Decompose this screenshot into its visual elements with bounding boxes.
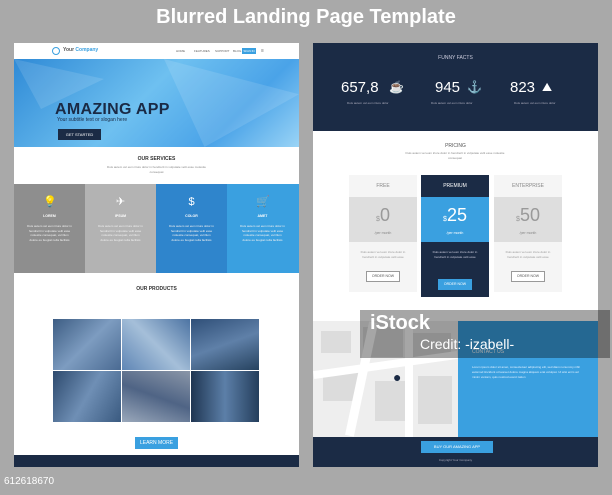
service-label: COLOR <box>185 214 198 218</box>
map-block <box>418 376 452 424</box>
map-block <box>375 381 405 421</box>
service-label: IPSUM <box>114 214 127 218</box>
product-tile[interactable] <box>122 319 190 370</box>
airplane-icon: ✈ <box>115 196 126 208</box>
hero-subtitle: Your subtitle text or slogan here <box>57 117 128 123</box>
stock-id: 612618670 <box>4 476 55 487</box>
plan-enterprise: ENTERPRISE $50 /per month Duis autem vel… <box>494 175 562 292</box>
order-now-button[interactable]: ORDER NOW <box>366 271 400 282</box>
service-text: Duis autem vel eum iriure dolor in hendr… <box>240 224 285 242</box>
product-tile[interactable] <box>191 371 259 422</box>
product-tile[interactable] <box>191 319 259 370</box>
services-intro: Duis autem vel eum iriure dolor in hendr… <box>107 165 206 174</box>
fact-desc: Duis autem vel eum iriure dolor <box>431 101 473 105</box>
plan-period: /per month <box>446 231 464 235</box>
plan-name: FREE <box>376 183 390 189</box>
plan-name: PREMIUM <box>443 183 467 189</box>
company-logo-icon[interactable] <box>52 47 60 55</box>
landing-page-preview-right: FUNNY FACTS 657,8 ☕ Duis autem vel eum i… <box>313 43 598 467</box>
buy-app-button[interactable]: BUY OUR AMAZING APP <box>421 441 493 453</box>
service-card-ipsum[interactable]: ✈ IPSUM Duis autem vel eum iriure dolor … <box>85 184 156 273</box>
hero-banner: AMAZING APP Your subtitle text or slogan… <box>14 59 299 147</box>
service-text: Duis autem vel eum iriure dolor in hendr… <box>169 224 214 242</box>
pricing-intro: Duis autem vel eum iriure dolor in hendr… <box>405 151 505 160</box>
watermark-logo: iStock <box>370 312 431 334</box>
nav-link-blog[interactable]: BLOG <box>233 49 241 53</box>
service-label: AMET <box>257 214 268 218</box>
plan-desc: Duis autem vel eum iriure dolor in hendr… <box>360 250 406 259</box>
plan-period: /per month <box>374 231 392 235</box>
plan-price: $50 <box>516 205 540 225</box>
product-grid <box>53 319 260 423</box>
top-navbar: Your Company HOME FEATURES SUPPORT BLOG … <box>14 43 299 59</box>
bottom-cta-bar: BUY OUR AMAZING APP Copyright Your Compa… <box>313 437 598 467</box>
plan-price: $0 <box>376 205 390 225</box>
page-heading: Blurred Landing Page Template <box>156 6 456 28</box>
products-title: OUR PRODUCTS <box>136 286 177 292</box>
fact-value: 823 <box>510 79 536 96</box>
product-tile[interactable] <box>122 371 190 422</box>
product-tile[interactable] <box>53 319 121 370</box>
pricing-title: PRICING <box>445 143 466 149</box>
fact-item: 945 ⚓ Duis autem vel eum iriure dolor <box>431 79 505 109</box>
get-started-button[interactable]: GET STARTED <box>58 129 101 140</box>
fact-value: 945 <box>435 79 461 96</box>
nav-link-support[interactable]: SUPPORT <box>215 49 229 53</box>
menu-icon[interactable]: ≡ <box>261 48 264 54</box>
fact-desc: Duis autem vel eum iriure dolor <box>514 101 556 105</box>
learn-more-button[interactable]: LEARN MORE <box>135 437 178 449</box>
landing-page-preview-left: Your Company HOME FEATURES SUPPORT BLOG … <box>14 43 299 467</box>
fact-item: 823 ⛰ Duis autem vel eum iriure dolor <box>510 79 590 109</box>
funny-facts-section: FUNNY FACTS 657,8 ☕ Duis autem vel eum i… <box>313 43 598 131</box>
map-pin-icon[interactable]: ● <box>393 369 401 385</box>
brand-name[interactable]: Your Company <box>63 47 98 53</box>
service-card-amet[interactable]: 🛒 AMET Duis autem vel eum iriure dolor i… <box>227 184 299 273</box>
plan-price-box: $0 /per month <box>349 197 417 242</box>
product-tile[interactable] <box>53 371 121 422</box>
watermark-credit: Credit: -izabell- <box>420 336 515 352</box>
lightbulb-icon: 💡 <box>43 196 57 208</box>
order-now-button[interactable]: ORDER NOW <box>511 271 545 282</box>
nav-link-features[interactable]: FEATURES <box>194 49 210 53</box>
mountain-icon: ⛰ <box>542 80 553 94</box>
services-title: OUR SERVICES <box>137 156 176 162</box>
contact-text: Lorem ipsum dolor sit amet, consectetuer… <box>472 365 581 379</box>
order-now-button[interactable]: ORDER NOW <box>438 279 472 290</box>
plan-desc: Duis autem vel eum iriure dolor in hendr… <box>505 250 551 259</box>
anchor-icon: ⚓ <box>467 80 482 94</box>
fact-value: 657,8 <box>341 79 379 96</box>
service-label: LOREM <box>43 214 56 218</box>
plan-price-box: $50 /per month <box>494 197 562 242</box>
service-text: Duis autem vel eum iriure dolor in hendr… <box>27 224 72 242</box>
fact-item: 657,8 ☕ Duis autem vel eum iriure dolor <box>341 79 421 109</box>
cart-icon: 🛒 <box>256 196 270 208</box>
fact-desc: Duis autem vel eum iriure dolor <box>347 101 389 105</box>
plan-price-box: $25 /per month <box>421 197 489 242</box>
service-text: Duis autem vel eum iriure dolor in hendr… <box>98 224 143 242</box>
watermark-overlay: iStock Credit: -izabell- <box>360 310 610 358</box>
plan-premium: PREMIUM $25 /per month Duis autem vel eu… <box>421 175 489 297</box>
dollar-icon: $ <box>188 196 195 208</box>
plan-name: ENTERPRISE <box>512 183 544 189</box>
plan-price: $25 <box>443 205 467 225</box>
copyright: Copyright Your Company <box>438 458 473 462</box>
map-block <box>321 331 351 353</box>
plan-desc: Duis autem vel eum iriure dolor in hendr… <box>432 250 478 259</box>
signin-button[interactable]: SIGN IN <box>242 48 256 54</box>
plan-period: /per month <box>519 231 537 235</box>
nav-link-home[interactable]: HOME <box>176 49 185 53</box>
hero-polygon-decoration <box>164 59 299 147</box>
plan-free: FREE $0 /per month Duis autem vel eum ir… <box>349 175 417 292</box>
footer-bar <box>14 455 299 467</box>
service-card-color[interactable]: $ COLOR Duis autem vel eum iriure dolor … <box>156 184 227 273</box>
service-card-lorem[interactable]: 💡 LOREM Duis autem vel eum iriure dolor … <box>14 184 85 273</box>
facts-title: FUNNY FACTS <box>438 55 473 61</box>
coffee-cup-icon: ☕ <box>389 80 404 94</box>
